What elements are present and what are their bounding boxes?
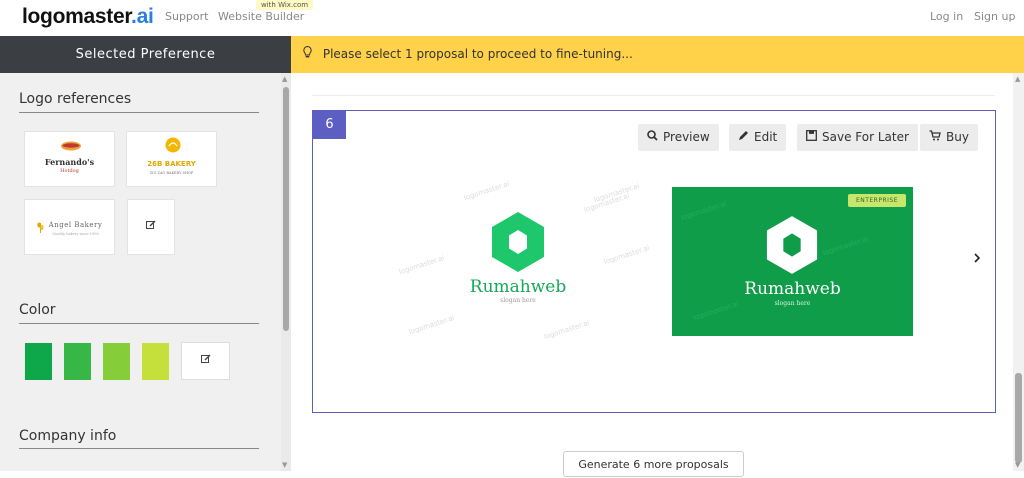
hotdog-icon (61, 141, 81, 151)
nav-support[interactable]: Support (165, 10, 208, 23)
scroll-down-icon[interactable]: ▼ (1015, 461, 1020, 469)
sidebar-heading: Selected Preference (0, 36, 291, 73)
sidebar-scroll-thumb[interactable] (283, 87, 289, 331)
logo-name-text: Rumahweb (469, 277, 567, 297)
logo-name-text: Rumahweb (744, 279, 841, 299)
nav-website-builder[interactable]: Website Builder (218, 10, 304, 23)
divider (19, 112, 259, 113)
reference-card-26b-bakery[interactable]: 26B BAKERY ZIG ZAG BAKERY SHOP (126, 131, 217, 187)
pencil-icon (738, 124, 749, 151)
save-icon (806, 124, 817, 151)
company-info-title: Company info (19, 428, 117, 444)
scroll-up-icon[interactable]: ▲ (1015, 75, 1020, 83)
color-title: Color (19, 302, 56, 318)
watermark: logomaster.ai (462, 179, 511, 203)
generate-more-button[interactable]: Generate 6 more proposals (563, 451, 744, 477)
hexagon-logo-icon (492, 212, 544, 272)
reference-name: Angel Bakery (48, 221, 103, 229)
logo-references-title: Logo references (19, 91, 132, 107)
lightbulb-icon (303, 36, 315, 73)
save-for-later-button[interactable]: Save For Later (797, 124, 918, 151)
color-swatch-2[interactable] (64, 343, 91, 380)
reference-card-angel-bakery[interactable]: Angel Bakery Quality bakery since 1990 (24, 199, 115, 255)
edit-button[interactable]: Edit (729, 124, 787, 151)
cart-icon (929, 124, 941, 151)
signup-link[interactable]: Sign up (974, 10, 1015, 23)
reference-name: Fernando's (44, 157, 95, 167)
watermark: logomaster.ai (542, 318, 591, 342)
proposal-number: 6 (313, 111, 346, 139)
brand-logo[interactable]: logomaster.ai (22, 5, 154, 29)
watermark: logomaster.ai (407, 313, 456, 337)
reference-name: 26B BAKERY (147, 160, 196, 168)
reference-sub: Hotdog (60, 168, 79, 174)
wix-tag: with Wix.com (256, 0, 314, 10)
watermark: logomaster.ai (821, 234, 870, 258)
logo-preview-light[interactable]: Rumahweb slogan here (453, 211, 583, 321)
divider (312, 95, 995, 96)
bakery-badge-icon (165, 137, 181, 153)
top-navigation: logomaster.ai Support Website Builder wi… (0, 0, 1024, 36)
reference-sub: Quality bakery since 1990 (52, 232, 99, 236)
scroll-up-icon[interactable]: ▲ (282, 75, 287, 83)
edit-icon (146, 220, 156, 233)
watermark: logomaster.ai (397, 253, 446, 277)
chevron-right-icon[interactable] (973, 251, 981, 267)
preference-sidebar: Logo references Fernando's Hotdog 26B BA… (0, 73, 291, 471)
login-link[interactable]: Log in (930, 10, 963, 23)
edit-references-button[interactable] (127, 199, 175, 255)
sidebar-scrollbar[interactable]: ▲ ▼ (281, 73, 291, 471)
color-swatch-4[interactable] (142, 343, 169, 380)
search-icon (647, 124, 658, 151)
logo-slogan-text: slogan here (774, 300, 811, 307)
color-swatch-3[interactable] (103, 343, 130, 380)
reference-card-fernandos[interactable]: Fernando's Hotdog (24, 131, 115, 187)
reference-sub: ZIG ZAG BAKERY SHOP (149, 171, 194, 175)
main-scrollbar[interactable]: ▲ ▼ (1013, 73, 1024, 471)
preview-button[interactable]: Preview (638, 124, 719, 151)
color-swatch-1[interactable] (25, 343, 52, 380)
notice-text: Please select 1 proposal to proceed to f… (322, 47, 633, 61)
main-scroll-thumb[interactable] (1015, 373, 1022, 463)
scroll-down-icon[interactable]: ▼ (282, 461, 287, 469)
watermark: logomaster.ai (602, 243, 651, 267)
proposal-card[interactable]: 6 Preview Edit Save For Later Buy logoma… (312, 110, 996, 413)
divider (19, 323, 259, 324)
logo-preview-dark[interactable]: ENTERPRISE logomaster.ai logomaster.ai l… (672, 187, 913, 336)
hexagon-logo-icon (766, 216, 818, 274)
divider (19, 448, 259, 449)
watermark: logomaster.ai (679, 199, 728, 223)
buy-button[interactable]: Buy (920, 124, 978, 151)
edit-colors-button[interactable] (181, 342, 230, 380)
enterprise-badge: ENTERPRISE (847, 194, 906, 207)
logo-slogan-text: slogan here (500, 297, 536, 304)
edit-icon (200, 354, 211, 367)
notice-bar: Please select 1 proposal to proceed to f… (291, 36, 1024, 73)
